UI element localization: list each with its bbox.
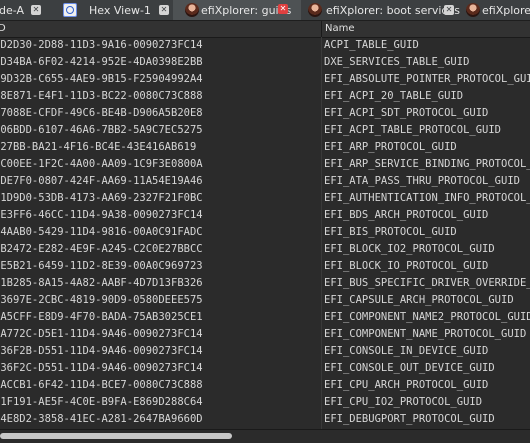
table-row[interactable]: 61F191-AE5F-4C0E-B9FA-E869D288C64 EFI_CP… — [0, 394, 530, 411]
name-cell: EFI_ACPI_TABLE_PROTOCOL_GUID — [324, 124, 502, 136]
table-row[interactable]: 69D32B-C655-4AE9-9B15-F25904992A4 EFI_AB… — [0, 71, 530, 88]
guid-cell: 07088E-CFDF-49C6-BE4B-D906A5B20E8 — [0, 107, 203, 119]
tab-efixplorer[interactable]: efiXplorer: — [459, 0, 530, 20]
guid-cell: 68E871-E4F1-11D3-BC22-0080C73C888 — [0, 90, 203, 102]
table-row[interactable]: 63697E-2CBC-4819-90D9-0580DEEE575 EFI_CA… — [0, 292, 530, 309]
name-cell: EFI_ACPI_20_TABLE_GUID — [324, 90, 464, 102]
guid-table: 0D2D30-2D88-11D3-9A16-0090273FC14 ACPI_T… — [0, 37, 530, 429]
table-row[interactable]: 4E5B21-6459-11D2-8E39-00A0C969723 EFI_BL… — [0, 258, 530, 275]
horizontal-scrollbar[interactable] — [0, 429, 530, 443]
name-cell: EFI_ARP_SERVICE_BINDING_PROTOCOL_GUID — [324, 158, 530, 170]
name-cell: EFI_CPU_ARCH_PROTOCOL_GUID — [324, 379, 489, 391]
name-cell: DXE_SERVICES_TABLE_GUID — [324, 56, 470, 68]
guid-cell: 836F2C-D551-11D4-9A46-0090273FC14 — [0, 362, 203, 374]
guid-cell: 63697E-2CBC-4819-90D9-0580DEEE575 — [0, 294, 203, 306]
guid-cell: 54AAB0-5429-11D4-9816-00A0C91FADC — [0, 226, 203, 238]
guid-cell: AD34BA-6F02-4214-952E-4DA0398E2BB — [0, 56, 203, 68]
guid-cell: 71D9D0-53DB-4173-AA69-2327F21F0BC — [0, 192, 203, 204]
guid-cell: 7A5CFF-E8D9-4F70-BADA-75AB3025CE1 — [0, 311, 203, 323]
tab-label: efiXplorer: boot services — [326, 3, 460, 17]
table-row[interactable]: 4C00EE-1F2C-4A00-AA09-1C9F3E0800A EFI_AR… — [0, 156, 530, 173]
table-row[interactable]: AD34BA-6F02-4214-952E-4DA0398E2BB DXE_SE… — [0, 54, 530, 71]
table-row[interactable]: 427BB-BA21-4F16-BC4E-43E416AB619 EFI_ARP… — [0, 139, 530, 156]
guid-cell: E06BDD-6107-46A6-7BB2-5A9C7EC5275 — [0, 124, 203, 136]
name-cell: EFI_CONSOLE_OUT_DEVICE_GUID — [324, 362, 495, 374]
name-cell: EFI_BIS_PROTOCOL_GUID — [324, 226, 457, 238]
avatar-icon — [308, 3, 322, 17]
tab-disassembly[interactable]: de-A ✕ — [0, 0, 56, 20]
table-row[interactable]: C1B285-8A15-4A82-AABF-4D7D13FB326 EFI_BU… — [0, 275, 530, 292]
tab-label: de-A — [0, 3, 25, 17]
guid-cell: 69D32B-C655-4AE9-9B15-F25904992A4 — [0, 73, 203, 85]
name-cell: EFI_BDS_ARCH_PROTOCOL_GUID — [324, 209, 489, 221]
table-row[interactable]: 6E3FF6-46CC-11D4-9A38-0090273FC14 EFI_BD… — [0, 207, 530, 224]
table-row[interactable]: 836F2C-D551-11D4-9A46-0090273FC14 EFI_CO… — [0, 360, 530, 377]
guid-cell: 6E3FF6-46CC-11D4-9A38-0090273FC14 — [0, 209, 203, 221]
guid-cell: 7A772C-D5E1-11D4-9A46-0090273FC14 — [0, 328, 203, 340]
table-row[interactable]: 07088E-CFDF-49C6-BE4B-D906A5B20E8 EFI_AC… — [0, 105, 530, 122]
tab-label: Hex View-1 — [89, 3, 151, 17]
table-row[interactable]: E06BDD-6107-46A6-7BB2-5A9C7EC5275 EFI_AC… — [0, 122, 530, 139]
column-header-name[interactable]: Name — [325, 21, 355, 37]
name-cell: EFI_DEBUGPORT_PROTOCOL_GUID — [324, 413, 495, 425]
tab-efixplorer-guids[interactable]: efiXplorer: guids ✕ — [173, 0, 301, 20]
name-cell: EFI_COMPONENT_NAME_PROTOCOL_GUID — [324, 328, 527, 340]
name-cell: ACPI_TABLE_GUID — [324, 39, 419, 51]
table-row[interactable]: 836F2B-D551-11D4-9A46-0090273FC14 EFI_CO… — [0, 343, 530, 360]
name-cell: EFI_COMPONENT_NAME2_PROTOCOL_GUID — [324, 311, 530, 323]
close-icon[interactable]: ✕ — [159, 5, 169, 15]
hex-view-icon — [63, 3, 77, 17]
guid-cell: 8DE7F0-0807-424F-AA69-11A54E19A46 — [0, 175, 203, 187]
name-cell: EFI_BUS_SPECIFIC_DRIVER_OVERRIDE_PROTOCO… — [324, 277, 530, 289]
name-cell: EFI_CAPSULE_ARCH_PROTOCOL_GUID — [324, 294, 514, 306]
guid-cell: 4C00EE-1F2C-4A00-AA09-1C9F3E0800A — [0, 158, 203, 170]
close-icon[interactable]: ✕ — [31, 5, 41, 15]
guid-cell: C1B285-8A15-4A82-AABF-4D7D13FB326 — [0, 277, 203, 289]
table-row[interactable]: 7A5CFF-E8D9-4F70-BADA-75AB3025CE1 EFI_CO… — [0, 309, 530, 326]
tab-label: efiXplorer: — [482, 3, 530, 17]
table-row[interactable]: 7B2472-E282-4E9F-A245-C2C0E27BBCC EFI_BL… — [0, 241, 530, 258]
close-icon[interactable]: ✕ — [444, 5, 454, 15]
guid-cell: 4E5B21-6459-11D2-8E39-00A0C969723 — [0, 260, 203, 272]
table-header: D Name — [0, 21, 530, 38]
scrollbar-thumb[interactable] — [0, 433, 232, 439]
name-cell: EFI_ARP_PROTOCOL_GUID — [324, 141, 457, 153]
avatar-icon — [466, 3, 480, 17]
name-cell: EFI_BLOCK_IO2_PROTOCOL_GUID — [324, 243, 495, 255]
name-cell: EFI_ABSOLUTE_POINTER_PROTOCOL_GUID — [324, 73, 530, 85]
guid-cell: 3ACCB1-6F42-11D4-BCE7-0080C73C888 — [0, 379, 203, 391]
table-row[interactable]: 3ACCB1-6F42-11D4-BCE7-0080C73C888 EFI_CP… — [0, 377, 530, 394]
table-row[interactable]: 71D9D0-53DB-4173-AA69-2327F21F0BC EFI_AU… — [0, 190, 530, 207]
column-divider[interactable] — [321, 21, 322, 37]
table-row[interactable]: 54AAB0-5429-11D4-9816-00A0C91FADC EFI_BI… — [0, 224, 530, 241]
column-header-guid[interactable]: D — [0, 21, 6, 37]
tab-hex-view[interactable]: Hex View-1 ✕ — [56, 0, 173, 20]
table-row[interactable]: 68E871-E4F1-11D3-BC22-0080C73C888 EFI_AC… — [0, 88, 530, 105]
close-icon[interactable]: ✕ — [278, 4, 288, 14]
table-row[interactable]: 8DE7F0-0807-424F-AA69-11A54E19A46 EFI_AT… — [0, 173, 530, 190]
guid-cell: A4E8D2-3858-41EC-A281-2647BA9660D — [0, 413, 203, 425]
guid-cell: 0D2D30-2D88-11D3-9A16-0090273FC14 — [0, 39, 203, 51]
name-cell: EFI_ATA_PASS_THRU_PROTOCOL_GUID — [324, 175, 520, 187]
table-row[interactable]: A4E8D2-3858-41EC-A281-2647BA9660D EFI_DE… — [0, 411, 530, 428]
avatar-icon — [185, 3, 199, 17]
tab-efixplorer-boot-services[interactable]: efiXplorer: boot services ✕ — [301, 0, 460, 20]
guid-cell: 836F2B-D551-11D4-9A46-0090273FC14 — [0, 345, 203, 357]
table-row[interactable]: 7A772C-D5E1-11D4-9A46-0090273FC14 EFI_CO… — [0, 326, 530, 343]
guid-cell: 427BB-BA21-4F16-BC4E-43E416AB619 — [0, 141, 197, 153]
name-cell: EFI_ACPI_SDT_PROTOCOL_GUID — [324, 107, 489, 119]
name-cell: EFI_AUTHENTICATION_INFO_PROTOCOL_GUID — [324, 192, 530, 204]
guid-cell: 7B2472-E282-4E9F-A245-C2C0E27BBCC — [0, 243, 203, 255]
name-cell: EFI_CPU_IO2_PROTOCOL_GUID — [324, 396, 483, 408]
guid-cell: 61F191-AE5F-4C0E-B9FA-E869D288C64 — [0, 396, 203, 408]
name-cell: EFI_CONSOLE_IN_DEVICE_GUID — [324, 345, 489, 357]
table-row[interactable]: 0D2D30-2D88-11D3-9A16-0090273FC14 ACPI_T… — [0, 37, 530, 54]
tab-bar: de-A ✕ Hex View-1 ✕ efiXplorer: guids ✕ … — [0, 0, 530, 21]
name-cell: EFI_BLOCK_IO_PROTOCOL_GUID — [324, 260, 489, 272]
column-divider-line — [321, 37, 322, 429]
